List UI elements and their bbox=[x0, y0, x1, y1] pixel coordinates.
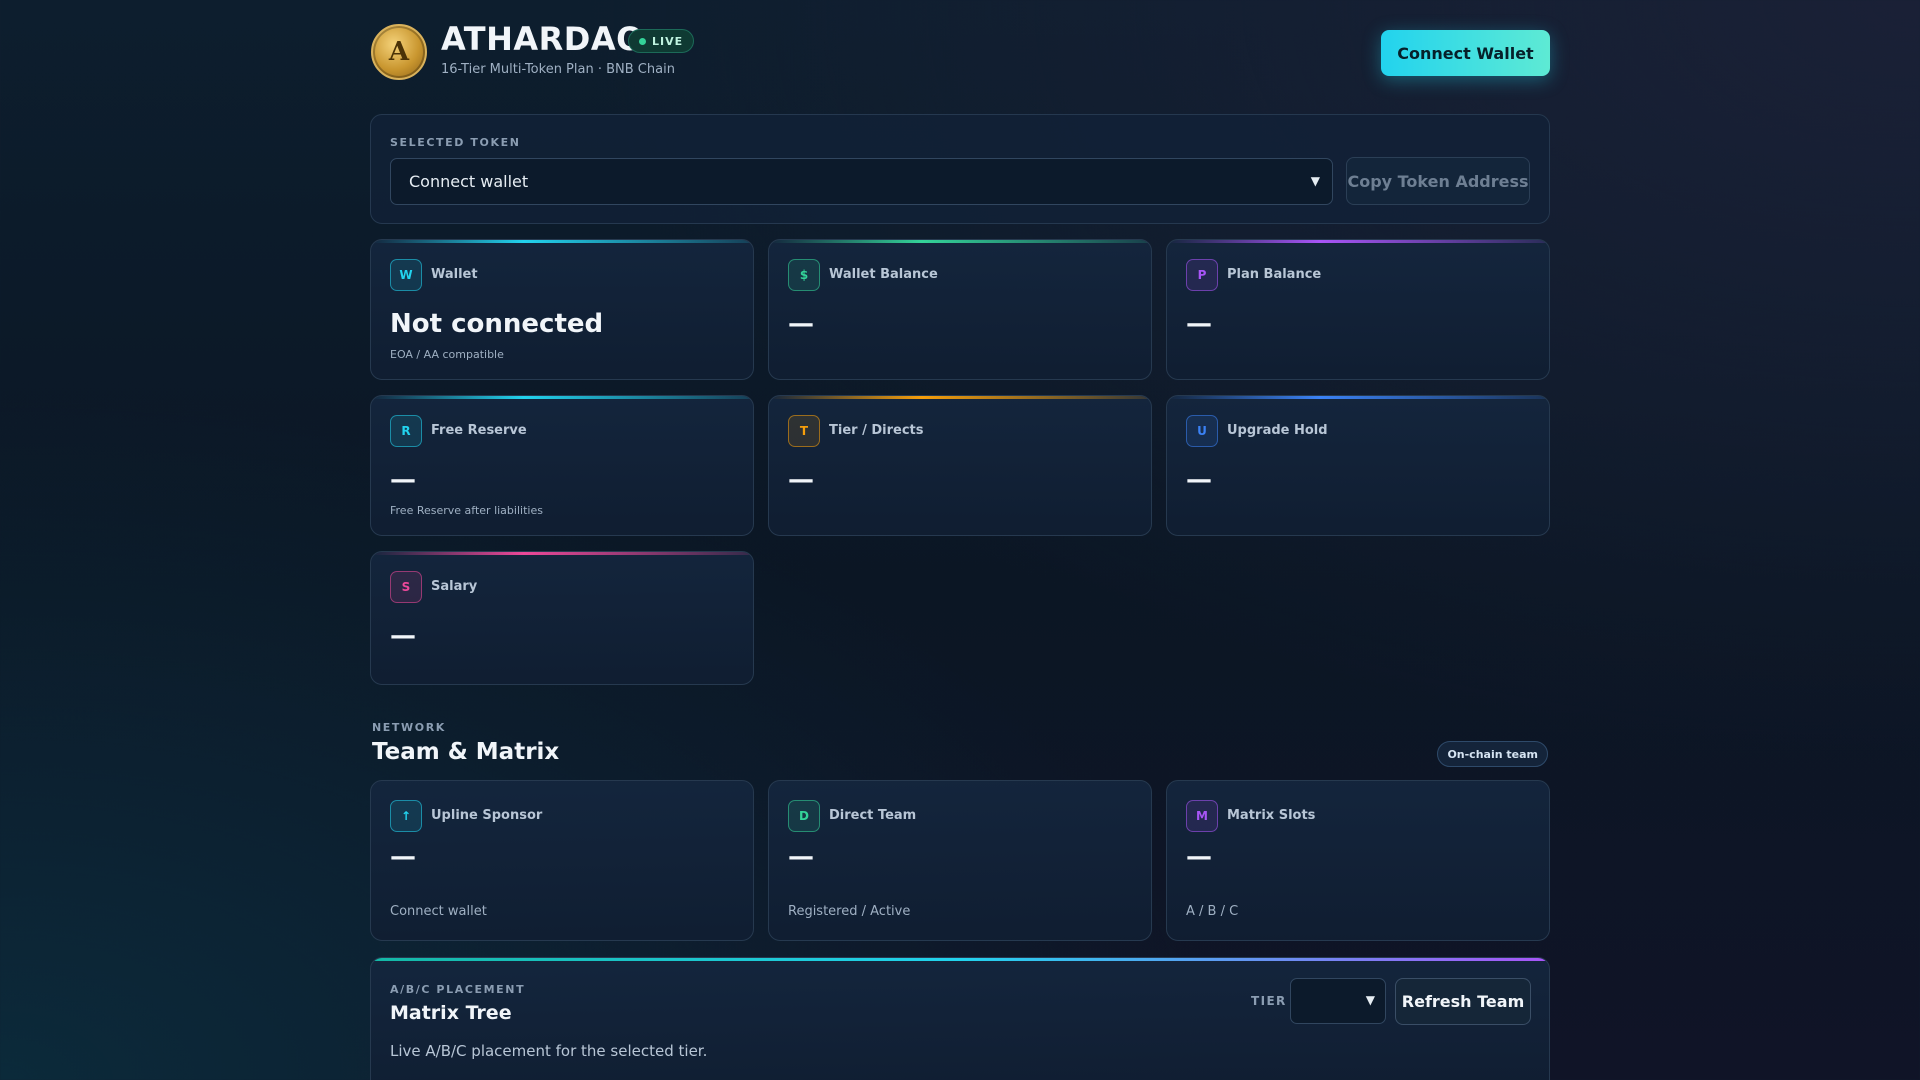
team-value: — bbox=[788, 842, 814, 872]
direct-team-icon: D bbox=[788, 800, 820, 832]
stat-label: Upgrade Hold bbox=[1227, 423, 1328, 438]
stat-value: — bbox=[788, 309, 814, 339]
stat-sub: EOA / AA compatible bbox=[390, 348, 504, 361]
card-accent-bar bbox=[1167, 396, 1549, 399]
team-label: Upline Sponsor bbox=[431, 808, 543, 823]
placement-eyebrow: A/B/C PLACEMENT bbox=[390, 983, 526, 996]
stat-label: Wallet bbox=[431, 267, 478, 282]
card-accent-bar bbox=[371, 396, 753, 399]
stat-label: Salary bbox=[431, 579, 478, 594]
upgrade-icon: U bbox=[1186, 415, 1218, 447]
live-dot-icon bbox=[639, 37, 646, 45]
athardao-logo: A bbox=[371, 24, 427, 80]
team-label: Direct Team bbox=[829, 808, 917, 823]
team-sub: A / B / C bbox=[1186, 904, 1239, 919]
token-panel: SELECTED TOKEN Connect wallet ▼ Copy Tok… bbox=[370, 114, 1550, 224]
team-value: — bbox=[1186, 842, 1212, 872]
panel-accent-bar bbox=[371, 958, 1549, 961]
stat-card-free-reserve: R Free Reserve — Free Reserve after liab… bbox=[370, 395, 754, 536]
team-sub: Connect wallet bbox=[390, 904, 487, 919]
stat-label: Plan Balance bbox=[1227, 267, 1322, 282]
tier-icon: T bbox=[788, 415, 820, 447]
stat-card-upgrade-hold: U Upgrade Hold — bbox=[1166, 395, 1550, 536]
plan-icon: P bbox=[1186, 259, 1218, 291]
salary-icon: S bbox=[390, 571, 422, 603]
team-sub: Registered / Active bbox=[788, 904, 911, 919]
network-eyebrow: NETWORK bbox=[372, 721, 446, 734]
arrow-up-icon: ↑ bbox=[390, 800, 422, 832]
wallet-icon: W bbox=[390, 259, 422, 291]
dollar-icon: $ bbox=[788, 259, 820, 291]
stat-value: — bbox=[1186, 309, 1212, 339]
stat-card-wallet-balance: $ Wallet Balance — bbox=[768, 239, 1152, 380]
stat-value: Not connected bbox=[390, 309, 604, 339]
card-accent-bar bbox=[371, 240, 753, 243]
refresh-team-button[interactable]: Refresh Team bbox=[1395, 978, 1531, 1025]
tier-select[interactable]: ▼ bbox=[1290, 978, 1386, 1024]
stat-label: Free Reserve bbox=[431, 423, 527, 438]
matrix-icon: M bbox=[1186, 800, 1218, 832]
stat-value: — bbox=[390, 621, 416, 651]
live-badge: LIVE bbox=[628, 29, 695, 53]
team-label: Matrix Slots bbox=[1227, 808, 1316, 823]
token-select-value: Connect wallet bbox=[409, 172, 529, 191]
card-accent-bar bbox=[769, 396, 1151, 399]
matrix-tree-description: Live A/B/C placement for the selected ti… bbox=[390, 1042, 708, 1060]
team-card-upline-sponsor: ↑ Upline Sponsor — Connect wallet bbox=[370, 780, 754, 941]
stat-label: Wallet Balance bbox=[829, 267, 938, 282]
matrix-tree-panel: A/B/C PLACEMENT Matrix Tree Live A/B/C p… bbox=[370, 957, 1550, 1080]
matrix-tree-title: Matrix Tree bbox=[390, 1002, 512, 1024]
brand-title: ATHARDAO bbox=[441, 20, 644, 58]
section-title: Team & Matrix bbox=[372, 739, 560, 765]
app-container: A ATHARDAO LIVE 16-Tier Multi-Token Plan… bbox=[370, 0, 1550, 1080]
stat-sub: Free Reserve after liabilities bbox=[390, 504, 543, 517]
chevron-down-icon: ▼ bbox=[1365, 993, 1375, 1007]
stat-card-tier-directs: T Tier / Directs — bbox=[768, 395, 1152, 536]
card-accent-bar bbox=[769, 240, 1151, 243]
reserve-icon: R bbox=[390, 415, 422, 447]
stat-value: — bbox=[1186, 465, 1212, 495]
chevron-down-icon: ▼ bbox=[1310, 174, 1320, 188]
live-badge-label: LIVE bbox=[652, 34, 684, 48]
tier-label: TIER bbox=[1251, 994, 1287, 1008]
selected-token-label: SELECTED TOKEN bbox=[390, 136, 521, 149]
stat-label: Tier / Directs bbox=[829, 423, 924, 438]
header: A ATHARDAO LIVE 16-Tier Multi-Token Plan… bbox=[370, 0, 1550, 108]
team-card-matrix-slots: M Matrix Slots — A / B / C bbox=[1166, 780, 1550, 941]
card-accent-bar bbox=[371, 552, 753, 555]
stat-card-plan-balance: P Plan Balance — bbox=[1166, 239, 1550, 380]
copy-token-address-button[interactable]: Copy Token Address bbox=[1346, 157, 1530, 205]
card-accent-bar bbox=[1167, 240, 1549, 243]
stat-card-wallet: W Wallet Not connected EOA / AA compatib… bbox=[370, 239, 754, 380]
stat-value: — bbox=[788, 465, 814, 495]
stat-value: — bbox=[390, 465, 416, 495]
token-select[interactable]: Connect wallet ▼ bbox=[390, 158, 1333, 205]
connect-wallet-button[interactable]: Connect Wallet bbox=[1381, 30, 1550, 76]
stat-card-salary: S Salary — bbox=[370, 551, 754, 685]
on-chain-team-badge: On-chain team bbox=[1437, 741, 1548, 767]
brand-subtitle: 16-Tier Multi-Token Plan · BNB Chain bbox=[441, 62, 675, 77]
team-card-direct-team: D Direct Team — Registered / Active bbox=[768, 780, 1152, 941]
team-value: — bbox=[390, 842, 416, 872]
